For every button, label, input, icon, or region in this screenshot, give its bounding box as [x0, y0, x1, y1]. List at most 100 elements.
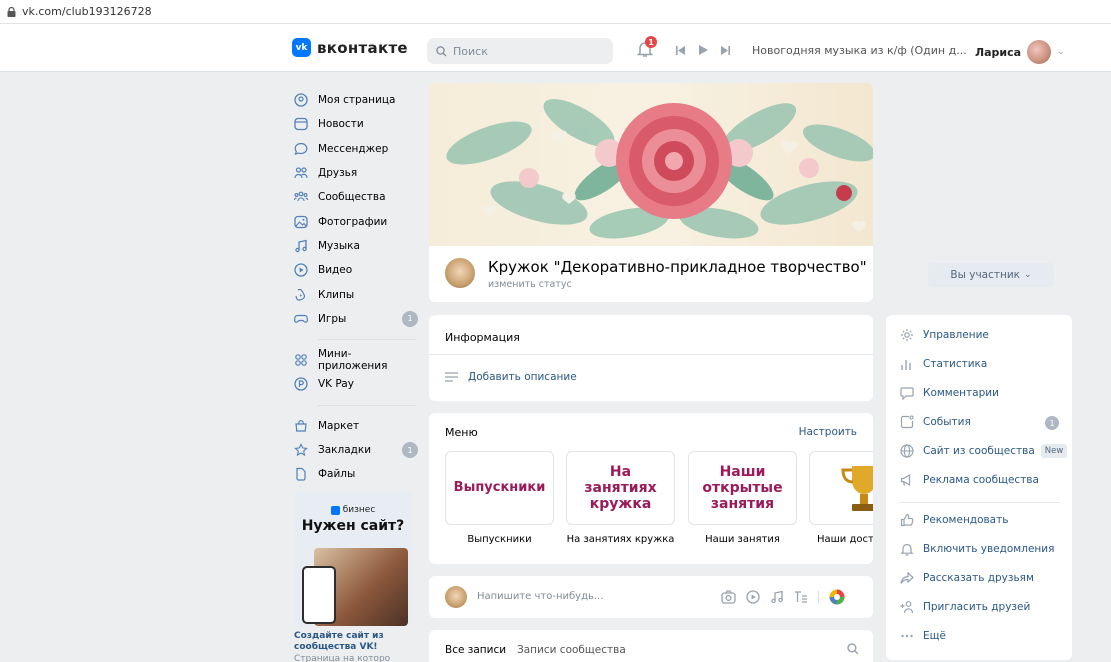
music-icon	[295, 239, 307, 253]
tab-community-posts[interactable]: Записи сообщества	[517, 644, 626, 656]
statistics-link[interactable]: Статистика	[900, 357, 987, 371]
next-track-icon[interactable]	[721, 45, 730, 55]
search-icon[interactable]	[847, 643, 859, 655]
menu-label: Ещё	[923, 630, 946, 642]
nav-item-my-page[interactable]: Моя страница	[294, 88, 418, 112]
message-icon	[294, 142, 308, 155]
video-icon[interactable]	[746, 590, 760, 604]
menu-label: Комментарии	[923, 387, 999, 399]
globe-icon	[900, 444, 914, 458]
search-placeholder: Поиск	[453, 44, 488, 58]
left-navigation: Моя страница Новости Мессенджер Друзья С…	[294, 88, 418, 486]
divider	[318, 338, 416, 340]
menu-tile-open-classes[interactable]: Наши открытые занятия	[688, 451, 797, 525]
nav-label: Друзья	[318, 167, 358, 180]
community-actions-menu: Управление Статистика Комментарии Событи…	[886, 315, 1072, 660]
community-ads-link[interactable]: Реклама сообщества	[900, 473, 1039, 487]
menu-tile-graduates[interactable]: Выпускники	[445, 451, 554, 525]
menu-card: Меню Настроить Выпускники Выпускники На …	[429, 413, 873, 564]
comments-link[interactable]: Комментарии	[900, 386, 999, 400]
divider	[318, 404, 416, 406]
vk-logo-icon: vk	[292, 38, 311, 57]
enable-notifications-link[interactable]: Включить уведомления	[900, 542, 1054, 556]
avatar	[445, 586, 467, 608]
nav-item-music[interactable]: Музыка	[294, 234, 418, 258]
nav-label: Видео	[318, 264, 353, 277]
nav-item-market[interactable]: Маркет	[294, 414, 418, 438]
group-avatar[interactable]	[443, 256, 477, 290]
menu-tile-achievements[interactable]	[809, 451, 873, 525]
events-link[interactable]: События	[900, 415, 971, 429]
new-post-card: Напишите что-нибудь...	[429, 576, 873, 618]
bookmark-icon	[294, 443, 308, 457]
post-tools	[721, 589, 845, 605]
market-icon	[295, 419, 307, 432]
nav-item-video[interactable]: Видео	[294, 258, 418, 282]
video-icon	[294, 263, 308, 277]
manage-link[interactable]: Управление	[900, 328, 989, 342]
share-link[interactable]: Рассказать друзьям	[900, 571, 1034, 585]
edit-status-link[interactable]: изменить статус	[488, 279, 572, 290]
nav-label: Клипы	[318, 288, 355, 301]
post-input[interactable]: Напишите что-нибудь...	[477, 591, 603, 602]
nav-label: Файлы	[318, 468, 356, 481]
nav-item-mini-apps[interactable]: Мини-приложения	[294, 348, 418, 372]
nav-item-friends[interactable]: Друзья	[294, 161, 418, 185]
member-button[interactable]: Вы участник ⌄	[928, 263, 1054, 287]
divider	[898, 502, 1060, 503]
nav-item-news[interactable]: Новости	[294, 112, 418, 136]
chevron-down-icon: ⌄	[1057, 47, 1065, 57]
games-icon	[294, 314, 308, 323]
notification-badge: 1	[645, 36, 657, 48]
article-icon[interactable]	[794, 590, 808, 604]
recommend-link[interactable]: Рекомендовать	[900, 513, 1008, 527]
bookmarks-badge: 1	[402, 442, 418, 458]
nav-item-bookmarks[interactable]: Закладки 1	[294, 438, 418, 462]
user-menu[interactable]: Лариса ⌄	[975, 40, 1065, 64]
previous-track-icon[interactable]	[676, 45, 685, 55]
nav-label: Фотографии	[318, 215, 388, 228]
nav-item-files[interactable]: Файлы	[294, 462, 418, 486]
nav-label: VK Pay	[318, 378, 354, 391]
nav-item-vk-pay[interactable]: VK Pay	[294, 372, 418, 396]
business-promo[interactable]: бизнес Нужен сайт?	[294, 491, 412, 626]
nav-item-communities[interactable]: Сообщества	[294, 185, 418, 209]
more-link[interactable]: Ещё	[900, 629, 946, 643]
music-icon[interactable]	[770, 590, 784, 604]
search-input[interactable]: Поиск	[427, 38, 613, 64]
clips-icon	[295, 288, 306, 301]
play-icon[interactable]	[698, 45, 708, 55]
avatar	[1027, 40, 1052, 64]
menu-label: Пригласить друзей	[923, 601, 1031, 613]
track-title[interactable]: Новогодняя музыка из к/ф (Один д...	[752, 44, 967, 57]
notifications-button[interactable]: 1	[636, 36, 657, 61]
menu-label: События	[923, 416, 971, 428]
nav-item-games[interactable]: Игры 1	[294, 307, 418, 331]
nav-label: Игры	[318, 312, 347, 325]
nav-item-clips[interactable]: Клипы	[294, 282, 418, 306]
tile-caption: Наши занятия	[705, 534, 780, 545]
divider	[429, 354, 873, 355]
add-description-link[interactable]: Добавить описание	[445, 371, 577, 383]
trophy-icon	[840, 466, 873, 511]
nav-item-messenger[interactable]: Мессенджер	[294, 137, 418, 161]
address-bar[interactable]: vk.com/club193126728	[0, 0, 1111, 24]
nav-item-photos[interactable]: Фотографии	[294, 209, 418, 233]
color-background-icon[interactable]	[829, 589, 845, 605]
groups-icon	[294, 191, 308, 202]
invite-friends-link[interactable]: Пригласить друзей	[900, 600, 1030, 614]
divider	[818, 591, 819, 603]
setup-menu-link[interactable]: Настроить	[799, 426, 857, 438]
promo-caption[interactable]: Создайте сайт из сообщества VK!	[294, 631, 412, 653]
site-from-community-link[interactable]: Сайт из сообщества New	[900, 444, 1068, 458]
invite-icon	[900, 601, 914, 614]
menu-tile-classes[interactable]: На занятиях кружка	[566, 451, 675, 525]
tab-all-posts[interactable]: Все записи	[445, 644, 506, 656]
nav-label: Сообщества	[318, 191, 386, 204]
menu-label: Сайт из сообщества	[923, 445, 1035, 457]
nav-label: Мессенджер	[318, 142, 389, 155]
vk-logo[interactable]: vk вконтакте	[292, 38, 408, 57]
tile-caption: Наши дости	[817, 534, 873, 545]
menu-label: Рассказать друзьям	[923, 572, 1034, 584]
camera-icon[interactable]	[721, 590, 736, 604]
